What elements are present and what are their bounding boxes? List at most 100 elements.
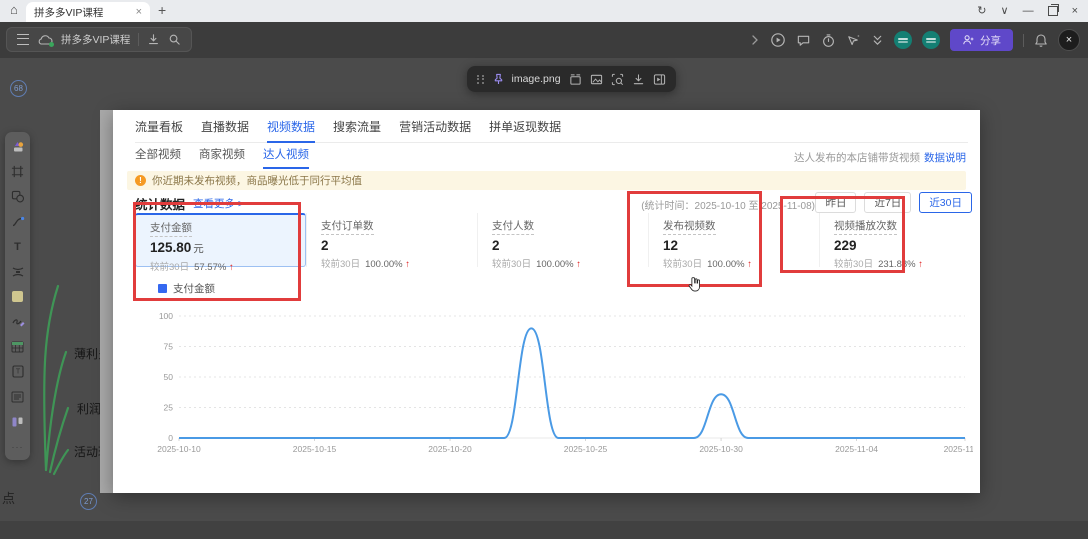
svg-text:75: 75 [164, 342, 174, 352]
comment-icon[interactable] [796, 33, 811, 48]
canvas-badge-top[interactable]: 68 [10, 80, 27, 97]
tab-title: 拼多多VIP课程 [34, 5, 132, 20]
new-tab-button[interactable]: + [158, 2, 166, 18]
svg-text:2025-10-20: 2025-10-20 [428, 444, 472, 454]
warning-text: 你近期未发布视频，商品曝光低于同行平均值 [152, 173, 362, 188]
range-7d-button[interactable]: 近7日 [864, 192, 911, 213]
nav-tab-traffic-board[interactable]: 流量看板 [135, 118, 183, 135]
up-arrow-icon: ↑ [229, 262, 234, 273]
tab-close-icon[interactable]: × [136, 6, 142, 18]
nav-tab-video-data[interactable]: 视频数据 [267, 118, 315, 143]
layout-frame-icon[interactable] [569, 73, 582, 86]
svg-text:2025-11-08: 2025-11-08 [944, 444, 973, 454]
image-viewer-toolbar: image.png [467, 66, 676, 92]
card-paid-orders[interactable]: 支付订单数 2 较前30日100.00% ↑ [306, 213, 477, 267]
card-value: 229 [834, 238, 857, 253]
view-more-link[interactable]: 查看更多 > [193, 196, 244, 211]
maximize-button[interactable] [1048, 6, 1058, 16]
canvas-corner-label: 点 [2, 488, 15, 507]
up-arrow-icon: ↑ [405, 259, 410, 270]
chevron-right-icon[interactable] [750, 34, 760, 46]
sticky-note-tool-icon[interactable] [5, 284, 30, 309]
browser-tab-strip: ⌂ 拼多多VIP课程 × + ↻ ∨ — × [0, 0, 1088, 22]
screen: ⌂ 拼多多VIP课程 × + ↻ ∨ — × 拼多多VIP课程 [0, 0, 1088, 539]
notification-bell-icon[interactable] [1034, 33, 1048, 48]
board-title: 拼多多VIP课程 [61, 32, 130, 47]
legend-swatch [158, 284, 167, 293]
dashboard-nav-tabs: 流量看板 直播数据 视频数据 搜索流量 营销活动数据 拼单返现数据 [135, 118, 968, 143]
template-tool-icon[interactable] [5, 134, 30, 159]
chevron-down-icon[interactable]: ∨ [1001, 6, 1009, 17]
sub-tab-influencer-videos[interactable]: 达人视频 [263, 146, 309, 169]
close-button[interactable]: × [1072, 6, 1078, 17]
pin-icon[interactable] [493, 73, 504, 85]
download-image-icon[interactable] [632, 73, 645, 86]
replace-image-icon[interactable] [590, 73, 603, 86]
sub-tab-all-videos[interactable]: 全部视频 [135, 146, 181, 169]
more-tools-icon[interactable]: ··· [5, 434, 30, 459]
card-payment-amount[interactable]: 支付金额 125.80元 较前30日57.57% ↑ [135, 213, 306, 267]
kanban-tool-icon[interactable] [5, 409, 30, 434]
svg-text:2025-10-15: 2025-10-15 [293, 444, 337, 454]
search-icon[interactable] [168, 33, 181, 46]
present-play-icon[interactable] [770, 32, 786, 48]
home-icon[interactable]: ⌂ [10, 2, 18, 17]
pen-tool-icon[interactable] [5, 309, 30, 334]
frame-tool-icon[interactable] [5, 159, 30, 184]
nav-tab-group-rebate-data[interactable]: 拼单返现数据 [489, 118, 561, 135]
nav-tab-search-traffic[interactable]: 搜索流量 [333, 118, 381, 135]
card-label: 支付金额 [150, 220, 192, 237]
nav-tab-marketing-data[interactable]: 营销活动数据 [399, 118, 471, 135]
card-change: 231.88% [878, 259, 916, 270]
window-controls: ↻ ∨ — × [977, 0, 1084, 22]
list-tool-icon[interactable] [5, 384, 30, 409]
card-paying-users[interactable]: 支付人数 2 较前30日100.00% ↑ [477, 213, 648, 267]
menu-icon[interactable] [17, 34, 29, 45]
card-label: 发布视频数 [663, 218, 716, 235]
text-tool-icon[interactable]: T [5, 234, 30, 259]
cloud-sync-icon [37, 34, 53, 46]
card-compare-label: 较前30日 [321, 259, 360, 270]
note-line: 达人发布的本店铺带货视频数据说明 [794, 150, 966, 165]
laser-pointer-icon[interactable] [846, 33, 861, 48]
zoom-selection-icon[interactable] [611, 73, 624, 86]
card-video-plays[interactable]: 视频播放次数 229 较前30日231.88% ↑ [819, 213, 990, 267]
whiteboard-canvas[interactable]: 68 27 点 薄利多销 利润为主 活动玩法 T [0, 58, 1088, 539]
open-panel-icon[interactable] [653, 73, 666, 86]
download-icon[interactable] [147, 33, 160, 46]
range-30d-button[interactable]: 近30日 [919, 192, 972, 213]
sub-tab-merchant-videos[interactable]: 商家视频 [199, 146, 245, 169]
nav-tab-live-data[interactable]: 直播数据 [201, 118, 249, 135]
card-unit: 元 [193, 243, 204, 255]
range-yesterday-button[interactable]: 昨日 [815, 192, 856, 213]
data-explanation-link[interactable]: 数据说明 [924, 152, 966, 164]
card-compare-label: 较前30日 [663, 259, 702, 270]
drag-handle-icon[interactable] [477, 75, 485, 84]
shapes-tool-icon[interactable] [5, 184, 30, 209]
canvas-badge-bottom[interactable]: 27 [80, 493, 97, 510]
share-label: 分享 [980, 33, 1001, 48]
card-compare-label: 较前30日 [834, 259, 873, 270]
double-chevron-down-icon[interactable] [871, 33, 884, 47]
card-published-videos[interactable]: 发布视频数 12 较前30日100.00% ↑ [648, 213, 819, 267]
mindmap-tool-icon[interactable] [5, 259, 30, 284]
card-compare-label: 较前30日 [492, 259, 531, 270]
user-avatar[interactable]: × [1058, 29, 1080, 51]
range-buttons: 昨日 近7日 近30日 [815, 192, 972, 213]
browser-tab[interactable]: 拼多多VIP课程 × [26, 2, 150, 22]
share-button[interactable]: 分享 [950, 29, 1013, 51]
divider [138, 33, 139, 46]
up-arrow-icon: ↑ [747, 259, 752, 270]
connector-tool-icon[interactable] [5, 209, 30, 234]
card-value: 125.80 [150, 240, 191, 255]
minimize-button[interactable]: — [1023, 6, 1034, 17]
collaborator-avatar-1[interactable] [894, 31, 912, 49]
collaborator-avatar-2[interactable] [922, 31, 940, 49]
timer-icon[interactable] [821, 33, 836, 48]
refresh-icon[interactable]: ↻ [977, 6, 986, 17]
table-tool-icon[interactable] [5, 334, 30, 359]
document-tool-icon[interactable]: T [5, 359, 30, 384]
svg-text:2025-10-25: 2025-10-25 [564, 444, 608, 454]
svg-text:2025-11-04: 2025-11-04 [835, 444, 878, 454]
stats-time-range: (统计时间：2025-10-10 至 2025-11-08) [641, 197, 815, 212]
